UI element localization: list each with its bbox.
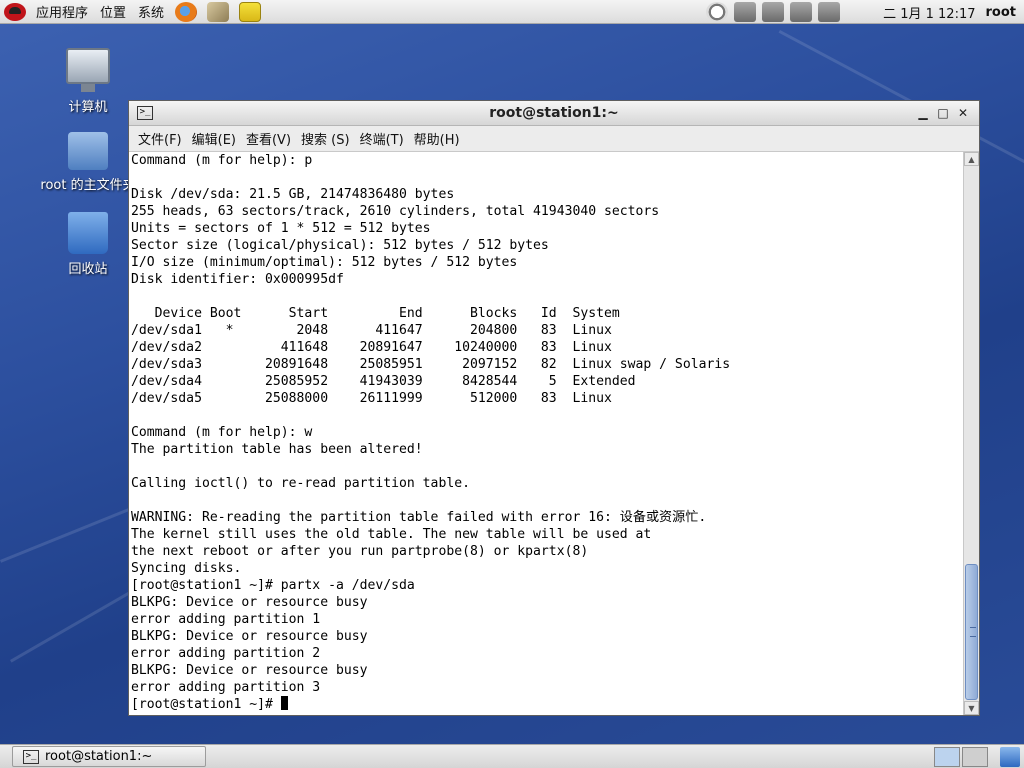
terminal-line: The kernel still uses the old table. The…: [131, 527, 652, 542]
scroll-down-icon[interactable]: ▼: [964, 701, 979, 715]
terminal-window: >_ root@station1:~ ▁ □ ✕ 文件(F) 编辑(E) 查看(…: [128, 100, 980, 716]
terminal-line: /dev/sda3 20891648 25085951 2097152 82 L…: [131, 357, 731, 372]
mail-launcher-icon[interactable]: [207, 1, 230, 22]
workspace-1[interactable]: [934, 747, 960, 767]
terminal-line: /dev/sda2 411648 20891647 10240000 83 Li…: [131, 340, 612, 355]
terminal-line: Disk /dev/sda: 21.5 GB, 21474836480 byte…: [131, 187, 455, 202]
menu-file[interactable]: 文件(F): [133, 129, 187, 148]
vertical-scrollbar[interactable]: ▲ ▼: [963, 152, 979, 715]
terminal-line: Syncing disks.: [131, 561, 242, 576]
system-tray: 二 1月 1 12:17 root: [703, 0, 1024, 24]
desktop-icon-home[interactable]: root 的主文件夹: [40, 132, 136, 193]
minimize-button[interactable]: ▁: [913, 103, 933, 123]
user-menu[interactable]: root: [986, 5, 1017, 20]
terminal-line: BLKPG: Device or resource busy: [131, 595, 368, 610]
terminal-line: error adding partition 2: [131, 646, 321, 661]
menu-terminal[interactable]: 终端(T): [355, 129, 409, 148]
terminal-line: WARNING: Re-reading the partition table …: [131, 510, 707, 525]
terminal-line: Device Boot Start End Blocks Id System: [131, 306, 620, 321]
close-button[interactable]: ✕: [953, 103, 973, 123]
terminal-line: Sector size (logical/physical): 512 byte…: [131, 238, 549, 253]
terminal-icon: >_: [23, 749, 39, 764]
menu-help[interactable]: 帮助(H): [409, 129, 465, 148]
scroll-up-icon[interactable]: ▲: [964, 152, 979, 166]
terminal-prompt: [root@station1 ~]#: [131, 697, 281, 712]
menu-places[interactable]: 位置: [94, 0, 132, 24]
power-icon[interactable]: [706, 2, 729, 22]
top-panel: 应用程序 位置 系统 二 1月 1 12:17 root: [0, 0, 1024, 24]
terminal-line: Command (m for help): w: [131, 425, 313, 440]
trash-icon: [68, 212, 108, 254]
window-title: root@station1:~: [489, 105, 619, 121]
menu-applications[interactable]: 应用程序: [30, 0, 94, 24]
terminal-line: the next reboot or after you run partpro…: [131, 544, 589, 559]
terminal-menubar: 文件(F) 编辑(E) 查看(V) 搜索 (S) 终端(T) 帮助(H): [129, 126, 979, 152]
terminal-line: error adding partition 1: [131, 612, 321, 627]
workspace-2[interactable]: [962, 747, 988, 767]
terminal-text: Command (m for help): p Disk /dev/sda: 2…: [129, 152, 962, 713]
notes-launcher-icon[interactable]: [239, 1, 262, 22]
display-icon[interactable]: [818, 2, 841, 22]
terminal-line: /dev/sda4 25085952 41943039 8428544 5 Ex…: [131, 374, 636, 389]
scrollbar-thumb[interactable]: [965, 564, 978, 700]
window-titlebar[interactable]: >_ root@station1:~ ▁ □ ✕: [129, 101, 979, 126]
desktop-icon-label: 回收站: [68, 262, 108, 277]
network-icon[interactable]: [762, 2, 785, 22]
desktop-icon-trash[interactable]: 回收站: [40, 212, 136, 277]
menu-system[interactable]: 系统: [132, 0, 170, 24]
terminal-line: error adding partition 3: [131, 680, 321, 695]
home-folder-icon: [68, 132, 108, 170]
terminal-line: Command (m for help): p: [131, 153, 313, 168]
computer-icon: [66, 48, 110, 92]
volume-icon[interactable]: [790, 2, 813, 22]
terminal-line: /dev/sda5 25088000 26111999 512000 83 Li…: [131, 391, 612, 406]
menu-edit[interactable]: 编辑(E): [187, 129, 241, 148]
terminal-line: BLKPG: Device or resource busy: [131, 663, 368, 678]
menu-search[interactable]: 搜索 (S): [296, 129, 355, 148]
maximize-button[interactable]: □: [933, 103, 953, 123]
trash-applet-icon[interactable]: [1000, 747, 1020, 767]
menu-view[interactable]: 查看(V): [241, 129, 296, 148]
clock[interactable]: 二 1月 1 12:17: [883, 3, 975, 22]
terminal-line: Calling ioctl() to re-read partition tab…: [131, 476, 470, 491]
terminal-line: [root@station1 ~]# partx -a /dev/sda: [131, 578, 415, 593]
taskbar-window-button[interactable]: >_ root@station1:~: [12, 746, 206, 767]
bottom-panel: >_ root@station1:~: [0, 744, 1024, 768]
firefox-launcher-icon[interactable]: [175, 1, 198, 22]
desktop-icon-computer[interactable]: 计算机: [40, 48, 136, 115]
terminal-line: Units = sectors of 1 * 512 = 512 bytes: [131, 221, 431, 236]
terminal-output[interactable]: Command (m for help): p Disk /dev/sda: 2…: [129, 152, 962, 715]
terminal-line: The partition table has been altered!: [131, 442, 423, 457]
terminal-line: BLKPG: Device or resource busy: [131, 629, 368, 644]
terminal-line: I/O size (minimum/optimal): 512 bytes / …: [131, 255, 518, 270]
terminal-line: Disk identifier: 0x000995df: [131, 272, 344, 287]
desktop-icon-label: root 的主文件夹: [40, 178, 136, 193]
terminal-line: 255 heads, 63 sectors/track, 2610 cylind…: [131, 204, 660, 219]
taskbar-window-label: root@station1:~: [45, 749, 153, 764]
desktop-icon-label: 计算机: [68, 100, 108, 115]
redhat-logo-icon[interactable]: [4, 2, 26, 21]
terminal-line: /dev/sda1 * 2048 411647 204800 83 Linux: [131, 323, 612, 338]
update-icon[interactable]: [734, 2, 757, 22]
terminal-cursor: [280, 696, 288, 710]
